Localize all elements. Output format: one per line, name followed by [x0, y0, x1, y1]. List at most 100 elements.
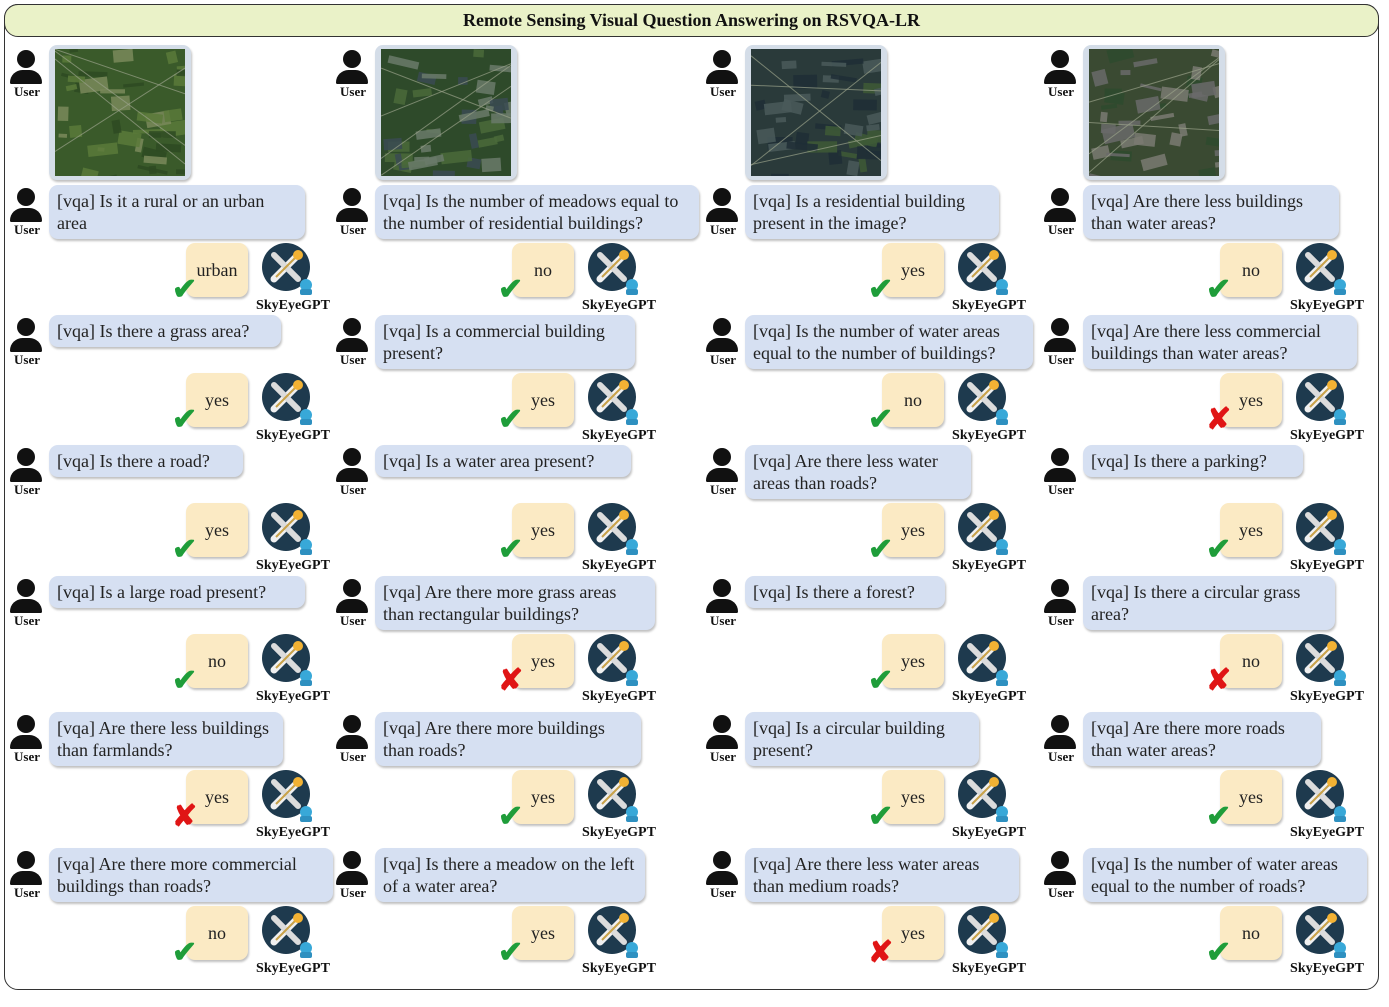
user-body-shape [706, 208, 738, 222]
user-head-shape [713, 448, 731, 466]
skyeyegpt-label: SkyEyeGPT [952, 298, 1026, 313]
correct-check-icon: ✔ [868, 273, 894, 306]
user-head-shape [343, 851, 361, 869]
skyeyegpt-avatar-icon [958, 503, 1008, 555]
user-body-shape [1044, 70, 1076, 84]
user-body-shape [706, 599, 738, 613]
user-head-shape [343, 448, 361, 466]
user-head-shape [713, 851, 731, 869]
user-avatar-icon: User [1041, 849, 1081, 904]
user-label: User [1048, 749, 1074, 764]
user-label: User [710, 749, 736, 764]
question-bubble: [vqa] Are there less commercial building… [1083, 315, 1357, 369]
user-body-shape [336, 338, 368, 352]
correct-check-icon: ✔ [498, 800, 524, 833]
skyeyegpt-label: SkyEyeGPT [582, 961, 656, 976]
user-body-shape [1044, 735, 1076, 749]
user-label: User [710, 885, 736, 900]
skyeyegpt-avatar-icon [958, 906, 1008, 958]
correct-check-icon: ✔ [868, 664, 894, 697]
user-avatar-icon: User [703, 48, 743, 103]
skyeyegpt-avatar-icon [1296, 243, 1346, 295]
skyeyegpt-avatar-icon [958, 243, 1008, 295]
user-head-shape [713, 188, 731, 206]
user-body-shape [336, 599, 368, 613]
user-head-shape [1051, 448, 1069, 466]
user-avatar-icon: User [703, 713, 743, 768]
satellite-suburb-image [1083, 45, 1225, 180]
correct-check-icon: ✔ [498, 533, 524, 566]
question-bubble: [vqa] Are there less buildings than wate… [1083, 185, 1339, 239]
question-bubble: [vqa] Are there more buildings than road… [375, 712, 641, 766]
user-body-shape [336, 468, 368, 482]
skyeyegpt-label: SkyEyeGPT [582, 428, 656, 443]
skyeyegpt-label: SkyEyeGPT [582, 689, 656, 704]
skyeyegpt-avatar-icon [1296, 770, 1346, 822]
skyeyegpt-label: SkyEyeGPT [1290, 298, 1364, 313]
user-head-shape [1051, 715, 1069, 733]
question-bubble: [vqa] Is the number of meadows equal to … [375, 185, 699, 239]
question-bubble: [vqa] Is there a meadow on the left of a… [375, 848, 645, 902]
skyeyegpt-label: SkyEyeGPT [952, 825, 1026, 840]
skyeyegpt-avatar-icon [958, 373, 1008, 425]
skyeyegpt-label: SkyEyeGPT [1290, 825, 1364, 840]
user-head-shape [713, 318, 731, 336]
skyeyegpt-avatar-icon [958, 634, 1008, 686]
user-body-shape [706, 338, 738, 352]
user-label: User [710, 222, 736, 237]
skyeyegpt-label: SkyEyeGPT [582, 558, 656, 573]
user-body-shape [336, 735, 368, 749]
question-bubble: [vqa] Is a commercial building present? [375, 315, 635, 369]
skyeyegpt-avatar-icon [958, 770, 1008, 822]
user-label: User [1048, 352, 1074, 367]
skyeyegpt-avatar-icon [1296, 906, 1346, 958]
question-bubble: [vqa] Is a residential building present … [745, 185, 999, 239]
user-head-shape [1051, 579, 1069, 597]
user-head-shape [1051, 188, 1069, 206]
correct-check-icon: ✔ [498, 273, 524, 306]
skyeyegpt-avatar-icon [588, 243, 638, 295]
user-body-shape [706, 871, 738, 885]
question-bubble: [vqa] Is there a forest? [745, 576, 945, 608]
user-avatar-icon: User [1041, 577, 1081, 632]
user-head-shape [713, 50, 731, 68]
skyeyegpt-label: SkyEyeGPT [1290, 689, 1364, 704]
user-label: User [1048, 613, 1074, 628]
user-head-shape [1051, 851, 1069, 869]
wrong-cross-icon: ✘ [1206, 664, 1232, 697]
satellite-lake-image [745, 45, 887, 180]
user-label: User [710, 482, 736, 497]
skyeyegpt-label: SkyEyeGPT [952, 961, 1026, 976]
correct-check-icon: ✔ [498, 403, 524, 436]
question-bubble: [vqa] Are there less water areas than ro… [745, 445, 971, 499]
user-body-shape [1044, 871, 1076, 885]
qa-column: User User [vqa] Are there less buildings t… [0, 0, 1367, 1007]
user-avatar-icon: User [703, 316, 743, 371]
correct-check-icon: ✔ [868, 403, 894, 436]
user-body-shape [1044, 468, 1076, 482]
user-body-shape [1044, 208, 1076, 222]
skyeyegpt-avatar-icon [588, 770, 638, 822]
skyeyegpt-avatar-icon [1296, 503, 1346, 555]
user-avatar-icon: User [703, 446, 743, 501]
user-head-shape [343, 715, 361, 733]
user-body-shape [1044, 338, 1076, 352]
user-head-shape [713, 715, 731, 733]
question-bubble: [vqa] Are there more roads than water ar… [1083, 712, 1321, 766]
user-avatar-icon: User [1041, 186, 1081, 241]
skyeyegpt-label: SkyEyeGPT [1290, 428, 1364, 443]
user-avatar-icon: User [703, 186, 743, 241]
question-bubble: [vqa] Is the number of water areas equal… [745, 315, 1033, 369]
skyeyegpt-avatar-icon [588, 634, 638, 686]
user-label: User [710, 613, 736, 628]
user-head-shape [1051, 318, 1069, 336]
user-avatar-icon: User [703, 577, 743, 632]
user-head-shape [1051, 50, 1069, 68]
skyeyegpt-label: SkyEyeGPT [952, 689, 1026, 704]
user-head-shape [343, 188, 361, 206]
user-label: User [1048, 222, 1074, 237]
skyeyegpt-avatar-icon [588, 906, 638, 958]
skyeyegpt-avatar-icon [1296, 373, 1346, 425]
skyeyegpt-label: SkyEyeGPT [952, 428, 1026, 443]
skyeyegpt-avatar-icon [1296, 634, 1346, 686]
